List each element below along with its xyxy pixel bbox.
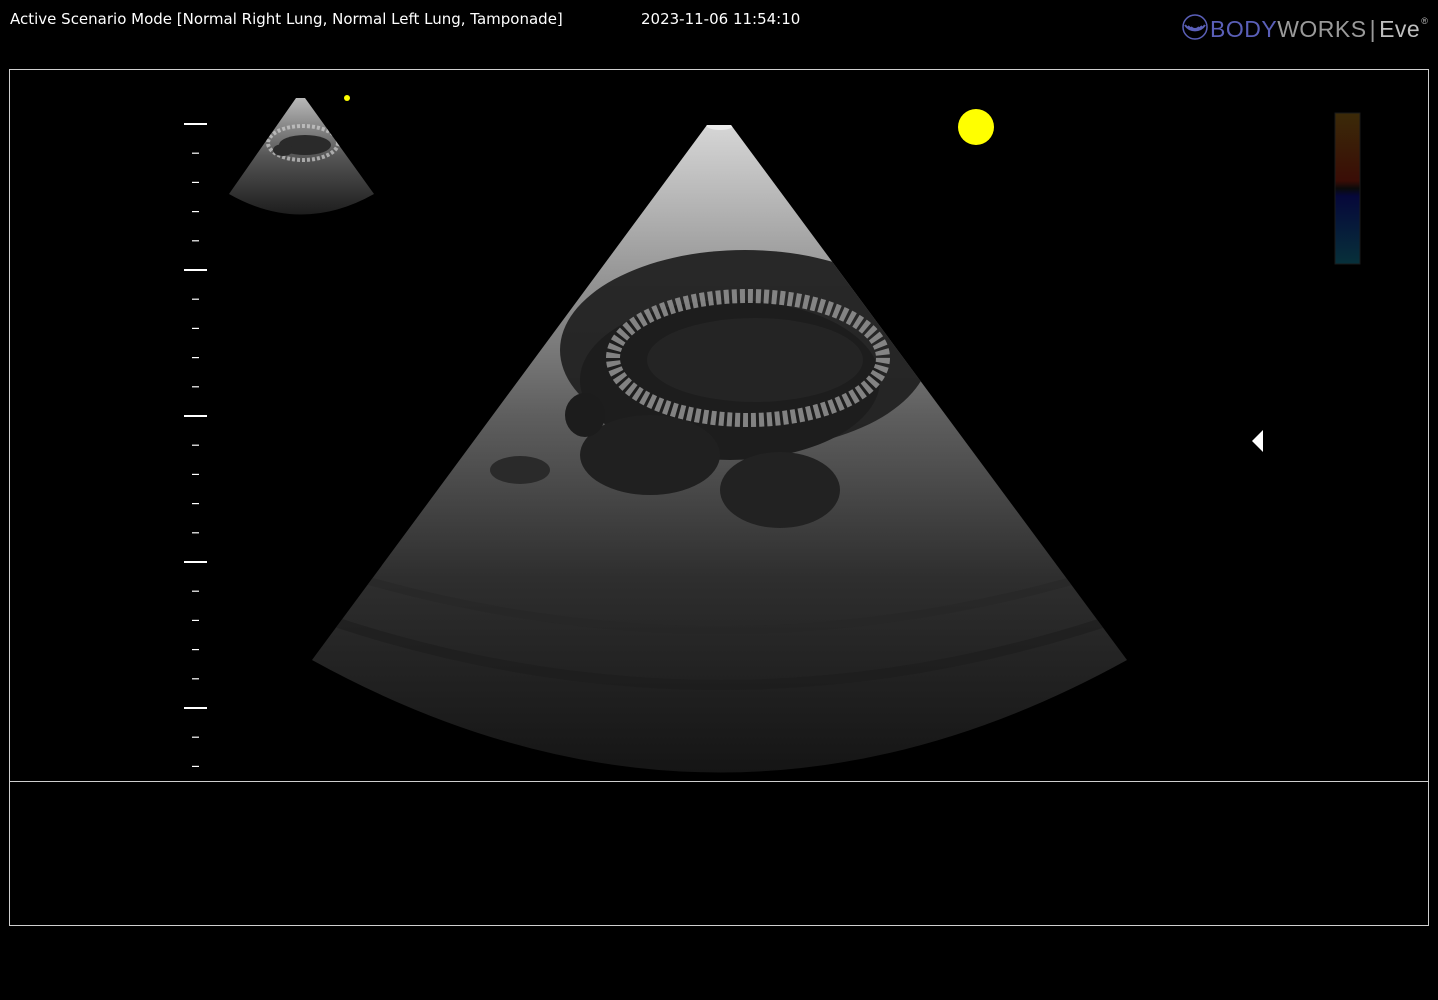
- ultrasound-display: [184, 95, 1361, 773]
- color-scale-bar: [1334, 112, 1361, 265]
- thumbnail-orientation-dot: [344, 95, 350, 101]
- ultrasound-sector-image: [312, 125, 1127, 773]
- thumbnail-sector: [229, 98, 374, 215]
- depth-scale: [184, 123, 207, 768]
- focus-marker-left-triangle-icon[interactable]: [1252, 430, 1263, 452]
- yellow-dot-icon: [958, 109, 994, 145]
